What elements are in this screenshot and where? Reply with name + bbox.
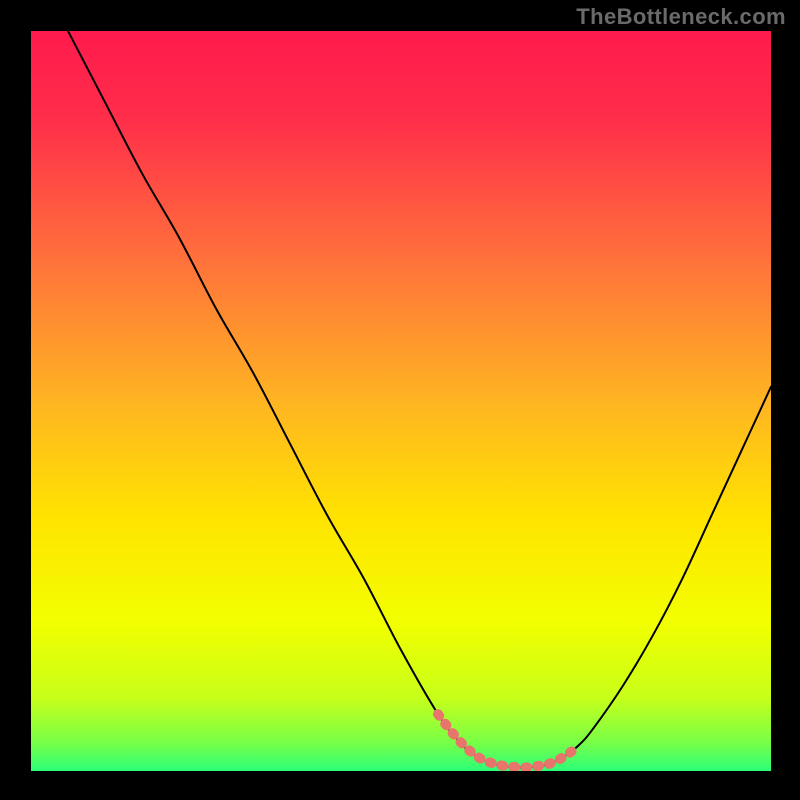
gradient-background	[31, 31, 771, 771]
plot-area	[31, 31, 771, 771]
watermark-text: TheBottleneck.com	[576, 4, 786, 30]
